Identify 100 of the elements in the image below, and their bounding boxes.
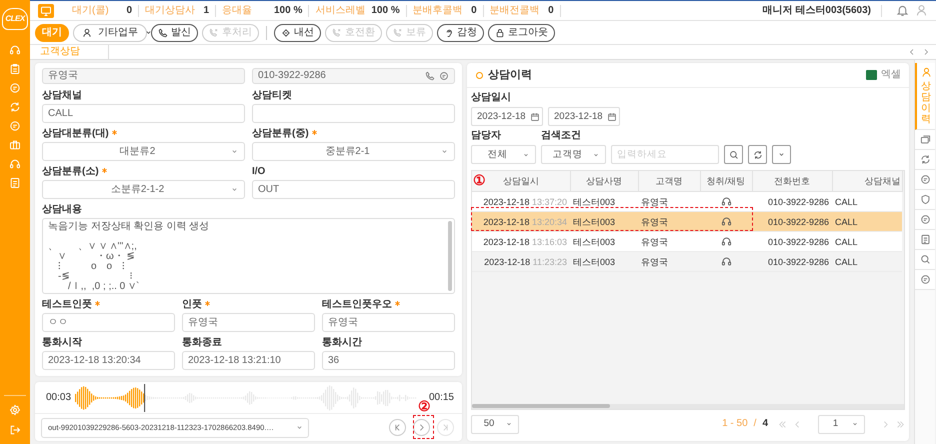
toolbar-button[interactable]: 로그아웃 xyxy=(488,24,555,42)
text-field[interactable]: CALL xyxy=(42,104,245,123)
side-tab[interactable] xyxy=(915,150,935,170)
field-label: 통화시간 xyxy=(322,336,362,348)
monitor-icon[interactable] xyxy=(38,4,54,18)
side-tab[interactable] xyxy=(915,230,935,250)
text-field[interactable]: 2023-12-18 13:20:34 xyxy=(42,351,175,370)
side-tab[interactable] xyxy=(915,270,935,290)
doc-icon[interactable] xyxy=(9,177,21,189)
column-header[interactable]: 상담사명 xyxy=(570,171,638,192)
chat-icon[interactable] xyxy=(439,71,449,81)
table-cell: 2023-12-18 13:20:34 xyxy=(472,212,570,232)
scrollbar[interactable] xyxy=(472,404,610,408)
page-select[interactable]: 1 xyxy=(818,414,865,434)
phone-field[interactable]: 010-3922-9286 xyxy=(252,68,455,84)
field-label: 인풋 xyxy=(182,298,210,310)
field-label: 상담내용 xyxy=(42,204,82,216)
text-field[interactable]: 유영국 xyxy=(182,313,315,332)
user-icon[interactable] xyxy=(915,4,928,17)
range-separator: / xyxy=(754,418,756,430)
last-button[interactable] xyxy=(437,419,454,436)
logo: CLEX xyxy=(2,8,28,30)
headphones-icon[interactable] xyxy=(720,236,732,247)
stat-label: 분배전콜백 xyxy=(490,4,540,16)
caret-icon xyxy=(851,420,859,428)
headphones-icon[interactable] xyxy=(720,216,732,227)
scrollbar[interactable] xyxy=(448,221,452,291)
text-field[interactable]: ㅇㅇ xyxy=(42,313,175,332)
headphones-icon[interactable] xyxy=(720,256,732,267)
toolbar-button[interactable]: 감청 xyxy=(437,24,484,42)
table-cell: 010-3922-9286 xyxy=(752,252,832,272)
stat-value: 100 % xyxy=(371,4,400,16)
text-field[interactable]: 유영국 xyxy=(322,313,455,332)
text-field[interactable]: 유영국 xyxy=(42,68,245,84)
column-header[interactable]: 상담채널 xyxy=(832,171,902,192)
play-button[interactable] xyxy=(413,419,430,436)
table-cell: 유영국 xyxy=(638,232,700,252)
date-field[interactable]: 2023-12-18 xyxy=(471,107,543,126)
last-page-icon[interactable] xyxy=(896,420,905,428)
field-label: 검색조건 xyxy=(541,130,582,143)
logout-icon[interactable] xyxy=(9,424,21,436)
bell-icon[interactable] xyxy=(896,4,909,17)
condition-select[interactable]: 고객명 xyxy=(541,145,606,164)
refresh-icon[interactable] xyxy=(9,101,21,113)
agent-select[interactable]: 전체 xyxy=(471,145,536,164)
excel-button[interactable]: 엑셀 xyxy=(866,69,901,81)
side-tab[interactable] xyxy=(915,210,935,230)
table-cell: 010-3922-9286 xyxy=(752,212,832,232)
annotation-number: ① xyxy=(473,172,486,188)
toolbar-button[interactable]: 내선 xyxy=(274,24,321,42)
headphones-icon[interactable] xyxy=(720,196,732,207)
first-button[interactable] xyxy=(389,419,406,436)
text-field[interactable]: 2023-12-18 13:21:10 xyxy=(182,351,315,370)
field-label: I/O xyxy=(252,166,266,178)
column-header[interactable]: 청취/채팅 xyxy=(700,171,752,192)
table-cell: 2023-12-18 13:16:03 xyxy=(472,232,570,252)
chevron-right-icon[interactable] xyxy=(922,48,930,56)
memo-field[interactable]: 녹음기능 저장상태 확인용 이력 생성 、 、∨ ∨ ∧'''∧;, ∨ ・ω・ ≶ ⁝ o o ⁝ -≶ ⁝ /ｌ,, ,0 ; ;.. 0 ∨` xyxy=(42,218,455,294)
clipboard-icon[interactable] xyxy=(9,63,21,75)
search-button[interactable] xyxy=(724,145,743,164)
refresh-button[interactable] xyxy=(748,145,767,164)
expand-button[interactable] xyxy=(772,145,791,164)
document-icon xyxy=(920,234,930,245)
side-tab[interactable] xyxy=(915,130,935,150)
table-cell: 유영국 xyxy=(638,192,700,212)
stat-label: 서비스레벨 xyxy=(315,4,366,16)
toolbar-button[interactable]: 발신 xyxy=(151,24,198,42)
phone-cross-icon xyxy=(209,28,219,38)
select-field[interactable]: 소분류2-1-2 xyxy=(42,180,245,199)
select-field[interactable]: 중분류2-1 xyxy=(252,142,455,161)
text-field[interactable] xyxy=(252,104,455,123)
headset-icon[interactable] xyxy=(9,158,21,170)
side-tab[interactable] xyxy=(915,250,935,270)
select-field[interactable]: 대분류2 xyxy=(42,142,245,161)
last-icon xyxy=(441,423,450,432)
stat-value: 0 xyxy=(547,4,554,16)
table-cell: 테스터003 xyxy=(570,192,638,212)
phone-icon[interactable] xyxy=(425,71,435,81)
refresh-icon xyxy=(920,154,930,165)
side-tab[interactable] xyxy=(915,170,935,190)
chevron-left-icon[interactable] xyxy=(908,48,916,56)
stat-label: 대기(콜) xyxy=(72,4,110,16)
text-field[interactable]: OUT xyxy=(252,180,455,199)
stat-label: 대기상담사 xyxy=(145,4,195,16)
elapsed-time: 00:03 xyxy=(46,392,72,404)
first-page-icon[interactable] xyxy=(778,420,787,428)
agent-name: 매니저 테스터003(5603) xyxy=(762,4,882,16)
column-header[interactable]: 전화번호 xyxy=(752,171,832,192)
column-header[interactable]: 고객명 xyxy=(638,171,700,192)
headset-icon[interactable] xyxy=(9,44,21,56)
chat-icon xyxy=(920,214,930,225)
field-label: 상담티켓 xyxy=(252,90,292,102)
briefcase-icon[interactable] xyxy=(9,139,21,151)
table-cell: CALL xyxy=(832,232,902,252)
text-field[interactable]: 36 xyxy=(322,351,455,370)
page-size-select[interactable]: 50 xyxy=(471,414,519,434)
person-icon xyxy=(920,67,932,78)
settings-icon[interactable] xyxy=(9,404,21,416)
side-tab[interactable] xyxy=(915,190,935,210)
date-field[interactable]: 2023-12-18 xyxy=(548,107,620,126)
